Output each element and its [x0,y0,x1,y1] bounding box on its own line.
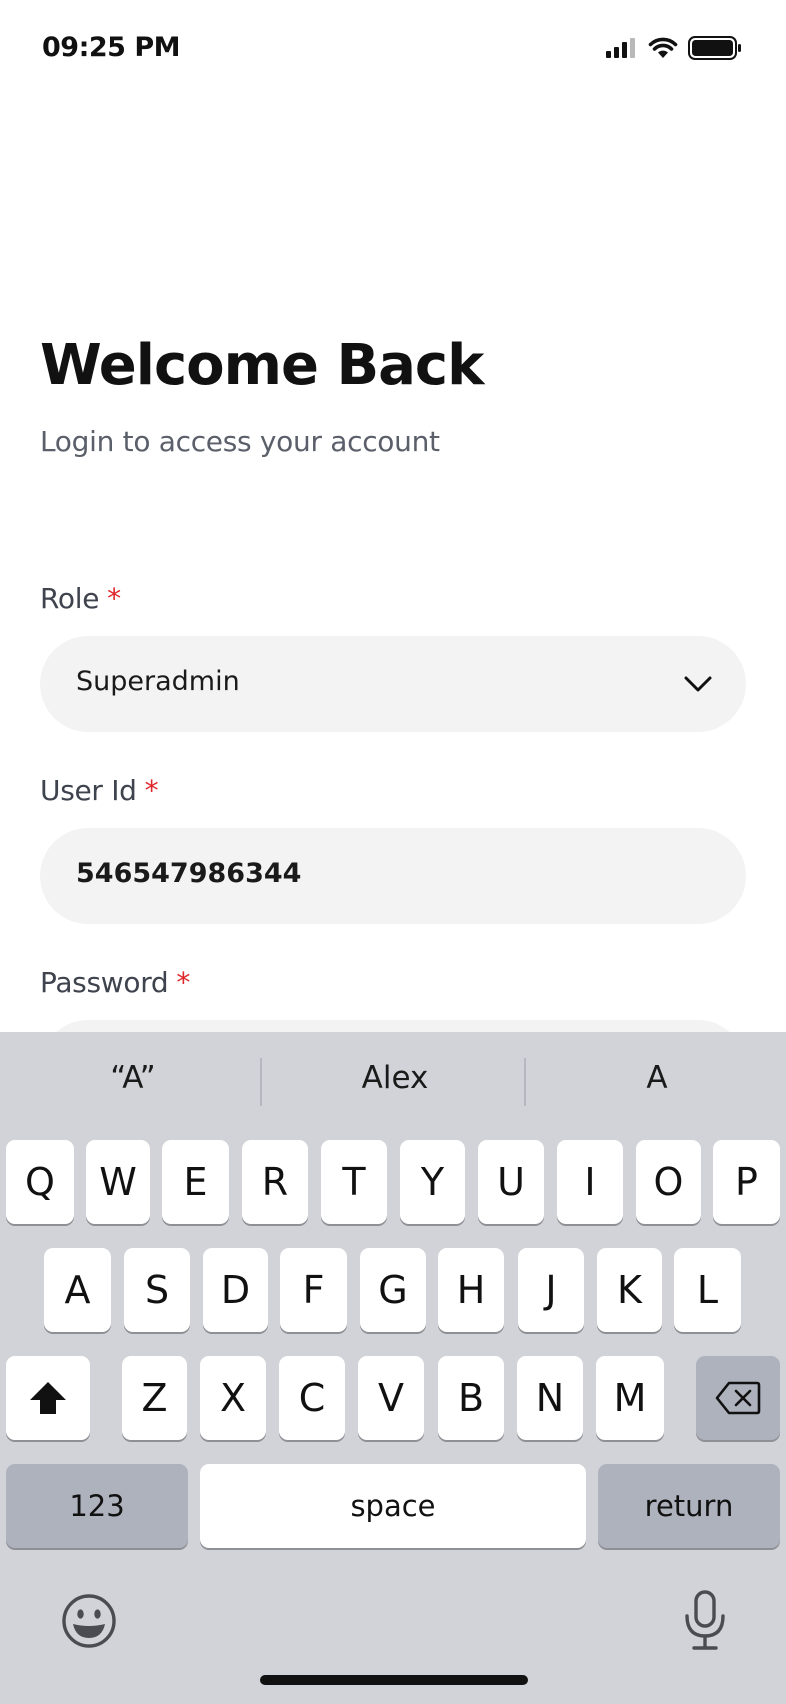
password-label-text: Password [40,966,169,999]
key-k[interactable]: K [597,1248,662,1332]
return-key[interactable]: return [598,1464,780,1548]
home-indicator[interactable] [260,1675,528,1685]
microphone-icon[interactable] [682,1590,728,1652]
battery-icon [688,36,741,60]
key-o[interactable]: O [636,1140,701,1224]
user-id-input[interactable]: 546547986344 [40,828,746,924]
key-s[interactable]: S [124,1248,190,1332]
role-label-text: Role [40,582,100,615]
key-w[interactable]: W [86,1140,150,1224]
status-icons [606,36,742,60]
status-time: 09:25 PM [42,32,181,63]
key-e[interactable]: E [162,1140,229,1224]
key-u[interactable]: U [478,1140,544,1224]
required-marker: * [107,582,121,615]
key-t[interactable]: T [321,1140,387,1224]
key-v[interactable]: V [358,1356,424,1440]
page-subtitle: Login to access your account [40,425,440,458]
key-d[interactable]: D [203,1248,268,1332]
numbers-key[interactable]: 123 [6,1464,188,1548]
key-a[interactable]: A [44,1248,111,1332]
shift-icon [30,1382,66,1414]
key-g[interactable]: G [360,1248,426,1332]
required-marker: * [144,774,159,807]
emoji-icon[interactable] [60,1592,118,1650]
suggestion-bar: “A” Alex A [0,1032,786,1124]
key-m[interactable]: M [596,1356,664,1440]
key-l[interactable]: L [674,1248,741,1332]
key-i[interactable]: I [557,1140,623,1224]
key-x[interactable]: X [200,1356,266,1440]
required-marker: * [176,966,191,999]
key-q[interactable]: Q [6,1140,74,1224]
on-screen-keyboard: “A” Alex A Q W E R T Y U I O P A S D F G… [0,1032,786,1704]
key-b[interactable]: B [438,1356,504,1440]
key-f[interactable]: F [280,1248,347,1332]
key-r[interactable]: R [242,1140,308,1224]
role-dropdown[interactable]: Superadmin [40,636,746,732]
key-j[interactable]: J [518,1248,584,1332]
key-n[interactable]: N [517,1356,583,1440]
suggestion-divider [260,1058,262,1106]
key-h[interactable]: H [438,1248,504,1332]
shift-key[interactable] [6,1356,90,1440]
page-title: Welcome Back [40,333,484,398]
user-id-value: 546547986344 [76,858,302,889]
user-id-label: User Id * [40,774,159,807]
password-label: Password * [40,966,190,999]
key-z[interactable]: Z [122,1356,187,1440]
backspace-key[interactable] [696,1356,780,1440]
user-id-label-text: User Id [40,774,137,807]
chevron-down-icon [684,676,712,692]
key-y[interactable]: Y [400,1140,465,1224]
cellular-signal-icon [606,38,635,58]
role-label: Role * [40,582,121,615]
role-selected-value: Superadmin [76,666,240,697]
wifi-icon [648,37,678,58]
status-bar: 09:25 PM [0,0,786,100]
key-p[interactable]: P [713,1140,780,1224]
suggestion-2[interactable]: Alex [264,1060,526,1096]
suggestion-1[interactable]: “A” [2,1060,264,1096]
space-key[interactable]: space [200,1464,586,1548]
key-c[interactable]: C [279,1356,345,1440]
suggestion-3[interactable]: A [526,1060,786,1096]
backspace-icon [715,1381,761,1415]
